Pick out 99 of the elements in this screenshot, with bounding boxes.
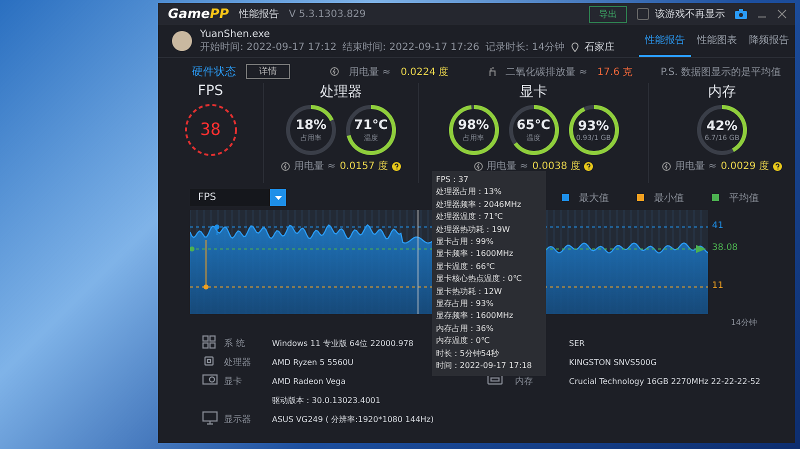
tooltip-line: 时长 : 5分钟54秒 [436, 348, 500, 360]
legend-label: 最小值 [654, 192, 684, 204]
version-text: V 5.3.1303.829 [288, 8, 366, 20]
location-pin-icon [570, 42, 579, 52]
end-time: 结束时间: 2022-09-17 17:26 [342, 40, 480, 54]
help-icon[interactable] [584, 162, 594, 170]
chip-icon [202, 354, 216, 368]
average-label: 38.08 [712, 243, 738, 253]
gauge-ring [448, 104, 500, 156]
spec-label: 显卡 [224, 376, 243, 388]
camera-icon[interactable] [735, 9, 747, 19]
app-logo: GamePP [168, 6, 229, 22]
tooltip-line: 处理器占用 : 13% [436, 186, 502, 198]
tooltip-line: 处理器温度 : 71℃ [436, 211, 503, 224]
close-icon[interactable] [777, 9, 787, 19]
gauge-ring [345, 104, 397, 156]
fps-value: 38 [200, 120, 221, 140]
gauge-ring [568, 104, 620, 156]
tooltip-line: 时间 : 2022-09-17 17:18 [436, 360, 532, 372]
tooltip-line: FPS : 37 [436, 174, 468, 186]
help-icon[interactable] [772, 162, 782, 170]
checkbox[interactable] [637, 8, 649, 20]
column-title: 显卡 [520, 83, 548, 101]
gauge-value: 65℃ [516, 118, 550, 132]
column-title: FPS [198, 83, 224, 99]
gauge-ring [696, 104, 748, 156]
bolt-icon [281, 162, 290, 170]
bolt-icon [662, 162, 672, 170]
power-value: 0.0029 度 [720, 160, 769, 173]
window-title: 性能报告 [238, 8, 279, 21]
bolt-icon [330, 67, 339, 76]
graphics-card-icon [202, 374, 218, 386]
spec-value: Windows 11 专业版 64位 22000.978 [272, 338, 414, 349]
duration-text: 记录时长: 14分钟 [485, 40, 565, 54]
tooltip-line: 处理器频率 : 2046MHz [436, 198, 522, 211]
spec-value: Crucial Technology 16GB 2270MHz 22-22-22-52 [569, 377, 760, 386]
tooltip-line: 显存占用 : 93% [436, 298, 494, 310]
tooltip-line: 处理器热功耗 : 19W [436, 224, 510, 236]
spec-label: 处理器 [224, 356, 252, 369]
spec-label: 系 统 [224, 338, 246, 350]
min-label: 11 [712, 281, 724, 291]
metric-select[interactable]: FPS [190, 189, 286, 206]
checkbox-label: 该游戏不再显示 [655, 8, 725, 21]
section-title: 硬件状态 [192, 64, 236, 79]
tooltip-line: 显卡温度 : 66℃ [436, 260, 495, 273]
power-label: 用电量 ≈ [486, 160, 528, 173]
power-label: 用电量 ≈ [675, 160, 717, 173]
max-label: 41 [712, 221, 724, 231]
power-value: 0.0038 度 [532, 160, 580, 173]
gauge-value: 42% [706, 118, 738, 134]
location-text: 石家庄 [584, 40, 615, 54]
gauge-value: 18% [295, 118, 327, 132]
tooltip-line: 内存温度 : 0℃ [436, 335, 490, 348]
monitor-icon [202, 411, 218, 425]
column-title: 内存 [708, 83, 736, 101]
spec-label: 显示器 [224, 414, 252, 426]
avatar [172, 31, 192, 51]
tooltip-line: 显卡热功耗 : 12W [436, 286, 502, 298]
spec-value: ASUS VG249 ( 分辨率:1920*1080 144Hz) [272, 414, 434, 425]
caret-icon [274, 196, 282, 200]
column-title: 处理器 [320, 83, 362, 101]
gauge-value: 93% [578, 118, 610, 134]
tooltip-line: 内存占用 : 36% [436, 322, 494, 335]
gauge-value: 98% [458, 118, 490, 132]
exe-name: YuanShen.exe [200, 28, 271, 40]
tooltip-line: 显卡占用 : 99% [436, 236, 494, 248]
bolt-icon [474, 162, 483, 170]
tooltip-line: 显卡频率 : 1600MHz [436, 248, 514, 260]
tooltip-line: 显存频率 : 1600MHz [436, 310, 514, 322]
spec-value: AMD Radeon Vega [272, 377, 346, 386]
tab[interactable]: 性能图表 [691, 25, 743, 57]
legend-label: 平均值 [729, 192, 759, 204]
tooltip-line: 显卡核心热点温度 : 0℃ [436, 273, 522, 286]
spec-value: KINGSTON SNVS500G [569, 358, 657, 367]
windows-icon [202, 335, 216, 349]
spec-label: 内存 [515, 376, 534, 388]
power-value: 0.0157 度 [340, 160, 388, 173]
gauge-value: 71℃ [354, 118, 388, 132]
fps-ring [182, 102, 238, 158]
legend-label: 最大值 [579, 192, 609, 204]
spec-value: 驱动版本 : 30.0.13023.4001 [272, 395, 380, 406]
details-button[interactable]: 详情 [246, 64, 290, 79]
power-label: 用电量 ≈ [349, 66, 391, 78]
time-axis-label: 14分钟 [730, 318, 757, 327]
export-button[interactable]: 导出 [589, 6, 627, 22]
power-value: 0.0224 度 [400, 66, 449, 78]
tab[interactable]: 降频报告 [743, 25, 795, 57]
power-label: 用电量 ≈ [294, 160, 336, 173]
start-time: 开始时间: 2022-09-17 17:12 [200, 40, 337, 54]
help-icon[interactable] [392, 162, 401, 170]
spec-value: AMD Ryzen 5 5560U [272, 358, 354, 367]
chimney-icon [488, 66, 496, 77]
gauge-ring [285, 104, 337, 156]
note-text: P.S. 数据图显示的是平均值 [660, 66, 781, 78]
spec-value: SER [569, 339, 585, 348]
co2-label: 二氧化碳排放量 ≈ [506, 66, 588, 78]
tab[interactable]: 性能报告 [639, 25, 691, 57]
co2-value: 17.6 克 [597, 66, 633, 78]
gauge-ring [508, 104, 560, 156]
